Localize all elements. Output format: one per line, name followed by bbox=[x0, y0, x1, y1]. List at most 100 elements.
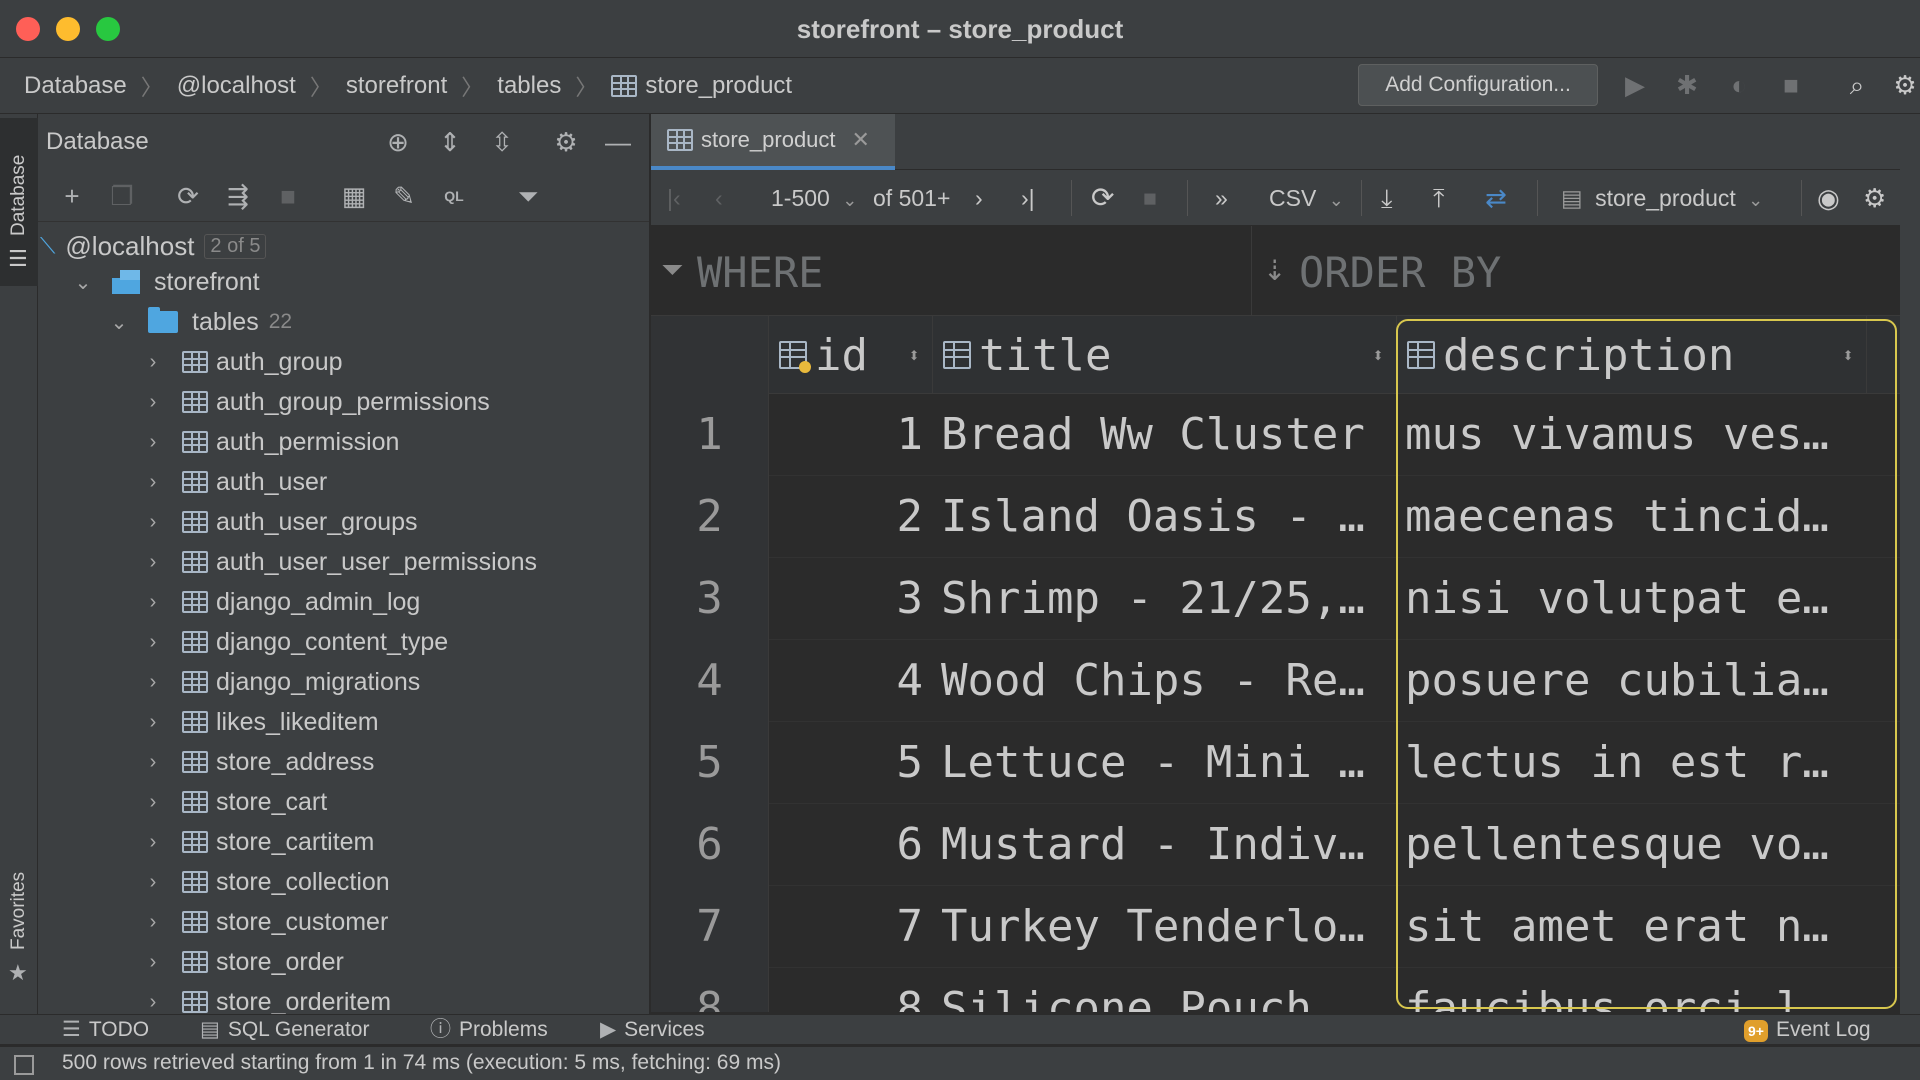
table-row[interactable]: 8 8 Silicone Pouch… faucibus orci l… bbox=[651, 968, 1900, 1012]
expand-all-icon[interactable]: ⇕ bbox=[434, 126, 466, 158]
chevron-right-icon[interactable]: › bbox=[142, 751, 164, 774]
tree-table-item[interactable]: › django_admin_log bbox=[142, 582, 421, 622]
more-icon[interactable]: » bbox=[1215, 182, 1228, 214]
cell-id[interactable]: 1 bbox=[769, 394, 933, 476]
data-source-select[interactable]: ▤ store_product ⌄ bbox=[1561, 182, 1763, 214]
cell-title[interactable]: Lettuce - Mini … bbox=[941, 722, 1397, 804]
row-number[interactable]: 7 bbox=[651, 886, 769, 968]
row-number[interactable]: 6 bbox=[651, 804, 769, 886]
chevron-down-icon[interactable]: ⌄ bbox=[108, 310, 130, 335]
table-row[interactable]: 2 2 Island Oasis - … maecenas tincid… bbox=[651, 476, 1900, 558]
tab-store-product[interactable]: store_product ✕ bbox=[651, 114, 895, 170]
chevron-right-icon[interactable]: › bbox=[142, 711, 164, 734]
sort-arrows-icon[interactable]: ⬍ bbox=[1842, 343, 1854, 367]
tree-table-item[interactable]: › likes_likeditem bbox=[142, 702, 379, 742]
cell-title[interactable]: Wood Chips - Re… bbox=[941, 640, 1397, 722]
row-number[interactable]: 3 bbox=[651, 558, 769, 640]
debug-icon[interactable]: ✱ bbox=[1672, 70, 1702, 100]
chevron-right-icon[interactable]: › bbox=[142, 431, 164, 454]
problems-tool-button[interactable]: ⓘ Problems bbox=[430, 1015, 548, 1045]
table-row[interactable]: 5 5 Lettuce - Mini … lectus in est r… bbox=[651, 722, 1900, 804]
chevron-right-icon[interactable]: › bbox=[142, 511, 164, 534]
export-format-select[interactable]: CSV ⌄ bbox=[1269, 182, 1344, 214]
cell-title[interactable]: Mustard - Indiv… bbox=[941, 804, 1397, 886]
breadcrumb-table[interactable]: store_product bbox=[645, 72, 792, 100]
chevron-right-icon[interactable]: › bbox=[142, 591, 164, 614]
table-view-icon[interactable]: ▦ bbox=[338, 180, 370, 212]
cell-description[interactable]: faucibus orci l… bbox=[1405, 968, 1867, 1012]
sql-generator-tool-button[interactable]: ▤ SQL Generator bbox=[200, 1015, 369, 1045]
table-row[interactable]: 4 4 Wood Chips - Re… posuere cubilia… bbox=[651, 640, 1900, 722]
column-header-description[interactable]: description ⬍ bbox=[1397, 316, 1867, 394]
cell-id[interactable]: 4 bbox=[769, 640, 933, 722]
event-log-button[interactable]: 9+ Event Log bbox=[1744, 1015, 1871, 1045]
chevron-right-icon[interactable]: › bbox=[142, 551, 164, 574]
filter-icon[interactable]: ⏷ bbox=[661, 254, 683, 287]
tree-table-item[interactable]: › store_address bbox=[142, 742, 375, 782]
tree-schema-node[interactable]: ⌄ storefront bbox=[72, 262, 260, 302]
locate-icon[interactable]: ⊕ bbox=[382, 126, 414, 158]
view-icon[interactable]: ◉ bbox=[1817, 182, 1840, 214]
cell-id[interactable]: 5 bbox=[769, 722, 933, 804]
download-icon[interactable]: ⤓ bbox=[1381, 182, 1393, 214]
cell-description[interactable]: posuere cubilia… bbox=[1405, 640, 1867, 722]
table-row[interactable]: 1 1 Bread Ww Cluster mus vivamus ves… bbox=[651, 394, 1900, 476]
chevron-down-icon[interactable]: ⌄ bbox=[72, 270, 94, 295]
tree-table-item[interactable]: › auth_group_permissions bbox=[142, 382, 490, 422]
cell-description[interactable]: lectus in est r… bbox=[1405, 722, 1867, 804]
column-header-title[interactable]: title ⬍ bbox=[933, 316, 1397, 394]
cell-id[interactable]: 3 bbox=[769, 558, 933, 640]
cell-description[interactable]: pellentesque vo… bbox=[1405, 804, 1867, 886]
tree-table-item[interactable]: › django_migrations bbox=[142, 662, 421, 702]
where-input[interactable]: WHERE bbox=[697, 248, 823, 297]
gear-icon[interactable]: ⚙ bbox=[550, 126, 582, 158]
search-icon[interactable]: ⌕ bbox=[1842, 70, 1872, 100]
last-page-icon[interactable]: ›| bbox=[1021, 182, 1035, 214]
breadcrumb-tables[interactable]: tables bbox=[497, 72, 561, 100]
cell-id[interactable]: 7 bbox=[769, 886, 933, 968]
services-tool-button[interactable]: ▶ Services bbox=[600, 1015, 705, 1045]
breadcrumb-schema[interactable]: storefront bbox=[346, 72, 447, 100]
cell-description[interactable]: mus vivamus ves… bbox=[1405, 394, 1867, 476]
close-icon[interactable]: ✕ bbox=[852, 127, 870, 153]
order-by-input[interactable]: ORDER BY bbox=[1299, 248, 1501, 297]
column-header-id[interactable]: id ⬍ bbox=[769, 316, 933, 394]
add-configuration-button[interactable]: Add Configuration... bbox=[1358, 64, 1598, 106]
stop-icon[interactable]: ■ bbox=[272, 180, 304, 212]
chevron-right-icon[interactable]: › bbox=[142, 951, 164, 974]
cell-id[interactable]: 6 bbox=[769, 804, 933, 886]
cell-description[interactable]: nisi volutpat e… bbox=[1405, 558, 1867, 640]
table-row[interactable]: 6 6 Mustard - Indiv… pellentesque vo… bbox=[651, 804, 1900, 886]
sql-console-icon[interactable]: QL bbox=[438, 180, 470, 212]
cell-description[interactable]: maecenas tincid… bbox=[1405, 476, 1867, 558]
table-row[interactable]: 3 3 Shrimp - 21/25,… nisi volutpat e… bbox=[651, 558, 1900, 640]
compare-icon[interactable]: ⇄ bbox=[1485, 182, 1507, 214]
row-number[interactable]: 1 bbox=[651, 394, 769, 476]
tree-table-item[interactable]: › auth_group bbox=[142, 342, 343, 382]
settings-icon[interactable]: ⚙ bbox=[1890, 70, 1920, 100]
chevron-right-icon[interactable]: › bbox=[142, 871, 164, 894]
reload-icon[interactable]: ⟳ bbox=[1091, 182, 1114, 214]
tree-tables-folder[interactable]: ⌄ tables 22 bbox=[108, 302, 292, 342]
todo-tool-button[interactable]: ☰ TODO bbox=[62, 1015, 149, 1045]
tree-table-item[interactable]: › auth_user_user_permissions bbox=[142, 542, 537, 582]
tree-table-item[interactable]: › django_content_type bbox=[142, 622, 449, 662]
tree-table-item[interactable]: › store_collection bbox=[142, 862, 390, 902]
tree-table-item[interactable]: › store_order bbox=[142, 942, 344, 982]
cell-title[interactable]: Turkey Tenderlo… bbox=[941, 886, 1397, 968]
chevron-right-icon[interactable]: › bbox=[142, 991, 164, 1014]
add-icon[interactable]: + bbox=[56, 180, 88, 212]
sort-arrows-icon[interactable]: ⬍ bbox=[1372, 343, 1384, 367]
chevron-right-icon[interactable]: › bbox=[142, 831, 164, 854]
cell-title[interactable]: Silicone Pouch… bbox=[941, 968, 1397, 1012]
chevron-right-icon[interactable]: › bbox=[142, 671, 164, 694]
row-number[interactable]: 4 bbox=[651, 640, 769, 722]
refresh-icon[interactable]: ⟳ bbox=[172, 180, 204, 212]
tree-table-item[interactable]: › store_cart bbox=[142, 782, 328, 822]
cell-description[interactable]: sit amet erat n… bbox=[1405, 886, 1867, 968]
run-icon[interactable]: ▶ bbox=[1620, 70, 1650, 100]
settings-icon[interactable]: ⚙ bbox=[1863, 182, 1886, 214]
chevron-right-icon[interactable]: › bbox=[142, 791, 164, 814]
tree-table-item[interactable]: › store_cartitem bbox=[142, 822, 375, 862]
chevron-right-icon[interactable]: › bbox=[142, 391, 164, 414]
